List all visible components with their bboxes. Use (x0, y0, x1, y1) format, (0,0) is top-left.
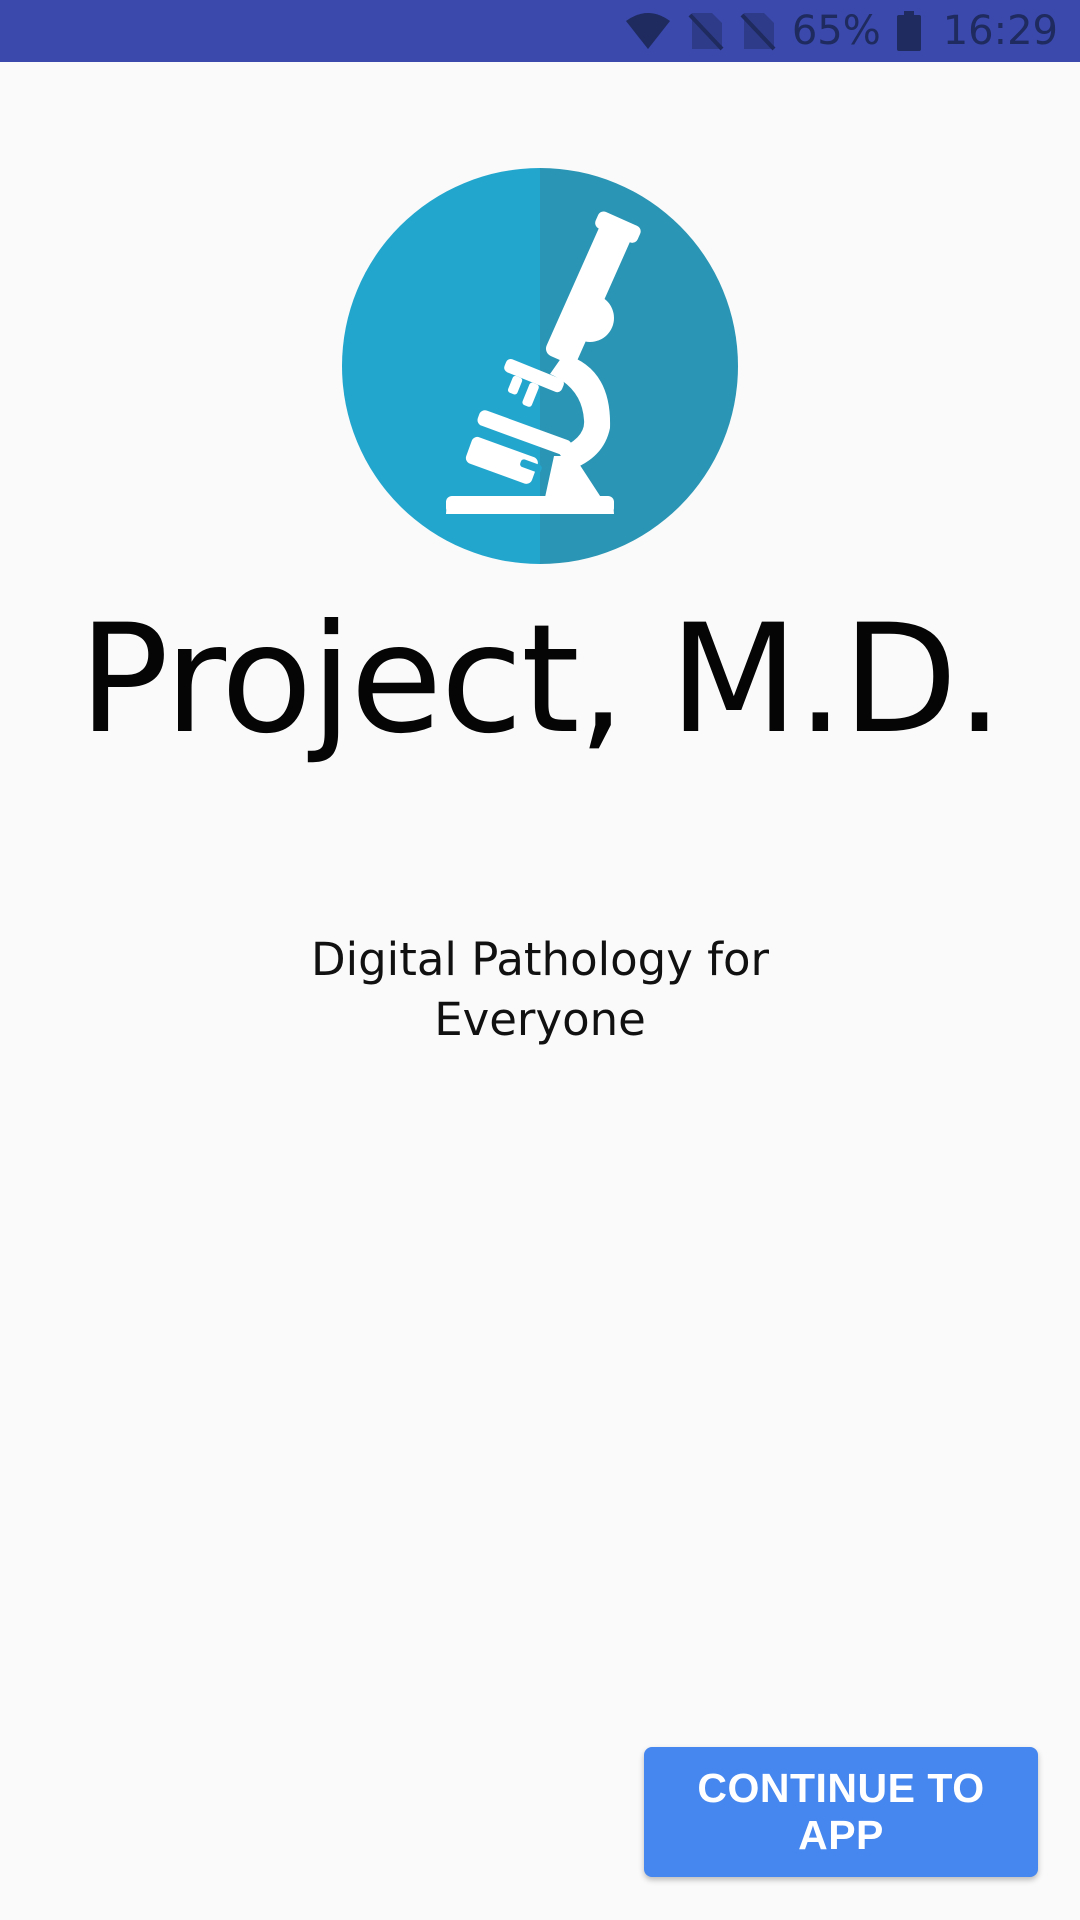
battery-icon (896, 11, 921, 51)
tagline: Digital Pathology for Everyone (310, 933, 770, 1046)
app-title: Project, M.D. (78, 593, 1004, 767)
status-bar: 65% 16:29 (0, 0, 1080, 62)
continue-to-app-button[interactable]: CONTINUE TO APP (644, 1747, 1038, 1877)
microscope-icon (342, 168, 738, 564)
no-sim-icon (688, 11, 724, 51)
clock: 16:29 (942, 8, 1058, 54)
status-icons: 65% 16:29 (624, 0, 1058, 62)
app-logo (342, 168, 738, 564)
battery-percent: 65% (791, 8, 881, 54)
no-sim-icon (740, 11, 776, 51)
wifi-icon (624, 11, 672, 51)
